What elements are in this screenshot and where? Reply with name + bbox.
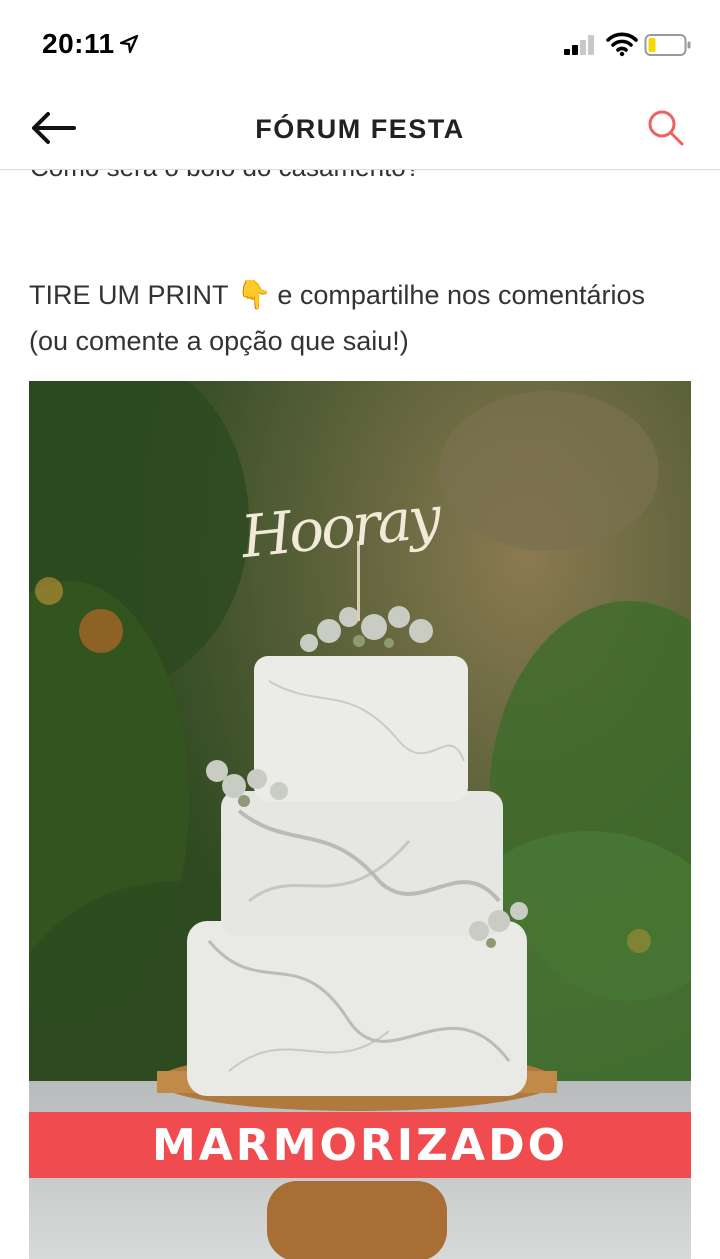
post-content[interactable]: Como será o bolo do casamento? TIRE UM P… [0,170,720,1259]
cake-photo[interactable]: Hooray MARMORIZADO [29,381,691,1259]
post-text-part1: TIRE UM PRINT [29,280,229,310]
location-arrow-icon [119,34,139,54]
wifi-icon [606,32,638,57]
battery-icon [644,34,691,56]
cake-style-label: MARMORIZADO [151,1119,569,1171]
point-down-icon: 👇 [236,279,272,310]
search-icon[interactable] [644,106,686,148]
post-heading-partial: Como será o bolo do casamento? [30,170,420,183]
post-body-text: TIRE UM PRINT 👇 e compartilhe nos comentár… [29,272,689,364]
status-bar: 20:11 [0,0,720,88]
page-title: FÓRUM FESTA [255,114,465,144]
nav-bar: FÓRUM FESTA [0,88,720,170]
status-time: 20:11 [42,28,115,59]
cake-style-banner: MARMORIZADO [29,1112,691,1178]
cellular-signal-icon [564,35,594,55]
